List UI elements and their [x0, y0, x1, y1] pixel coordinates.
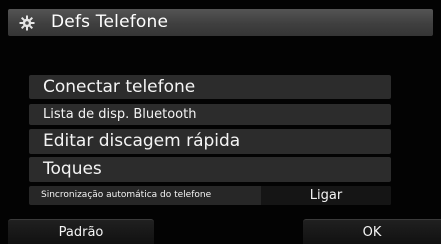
- menu-item-connect-phone[interactable]: Conectar telefone: [29, 75, 391, 99]
- menu-item-auto-sync[interactable]: Sincronização automática do telefone Lig…: [29, 186, 391, 205]
- auto-sync-label: Sincronização automática do telefone: [41, 190, 212, 200]
- menu-item-label: Editar discagem rápida: [43, 131, 241, 151]
- menu-item-bluetooth-device-list[interactable]: Lista de disp. Bluetooth: [29, 104, 391, 125]
- menu-item-edit-speed-dial[interactable]: Editar discagem rápida: [29, 129, 391, 154]
- menu-item-label: Lista de disp. Bluetooth: [43, 107, 197, 122]
- default-button[interactable]: Padrão: [8, 219, 154, 244]
- menu-item-label: Conectar telefone: [43, 77, 196, 97]
- auto-sync-toggle[interactable]: Ligar: [261, 186, 391, 205]
- phone-settings-screen: Defs Telefone Conectar telefone Lista de…: [0, 0, 441, 244]
- gear-icon: [19, 15, 35, 31]
- title-bar: Defs Telefone: [8, 9, 433, 36]
- menu-item-label: Toques: [43, 159, 102, 179]
- page-title: Defs Telefone: [51, 12, 169, 32]
- menu-item-ringtones[interactable]: Toques: [29, 157, 391, 182]
- ok-button[interactable]: OK: [303, 219, 441, 244]
